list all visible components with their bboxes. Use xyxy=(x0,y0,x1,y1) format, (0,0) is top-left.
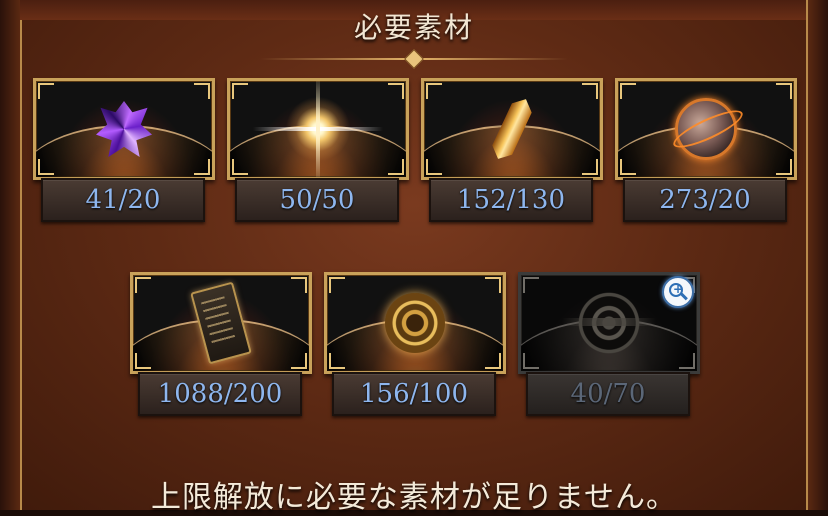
material-card[interactable] xyxy=(324,272,506,374)
material-card[interactable] xyxy=(615,78,797,180)
material-item-7[interactable]: + 40/70 xyxy=(518,272,700,436)
frame-corner xyxy=(232,83,248,99)
ore-sphere-icon xyxy=(675,98,737,160)
material-count: 50/50 xyxy=(235,178,399,222)
frame-corner xyxy=(329,277,345,293)
frame-corner xyxy=(776,83,792,99)
material-card[interactable] xyxy=(421,78,603,180)
insufficient-materials-message: 上限解放に必要な素材が足りません。 xyxy=(150,480,678,515)
frame-corner xyxy=(582,83,598,99)
frame-corner xyxy=(582,159,598,175)
frame-corner xyxy=(194,83,210,99)
star-burst-icon xyxy=(253,81,383,177)
material-count: 40/70 xyxy=(526,372,690,416)
frame-corner xyxy=(620,83,636,99)
frame-corner xyxy=(485,353,501,369)
frame-corner xyxy=(426,83,442,99)
frame-corner xyxy=(38,159,54,175)
material-item-6[interactable]: 156/100 xyxy=(324,272,506,436)
frame-corner xyxy=(232,159,248,175)
gold-medallion-icon xyxy=(385,293,445,353)
frame-corner xyxy=(485,277,501,293)
material-card[interactable] xyxy=(130,272,312,374)
material-card[interactable] xyxy=(227,78,409,180)
emblem-icon xyxy=(562,292,656,354)
frame-corner xyxy=(620,159,636,175)
zoom-plus-icon: + xyxy=(673,282,684,296)
frame-corner xyxy=(291,353,307,369)
material-count: 1088/200 xyxy=(138,372,302,416)
materials-panel: 必要素材 41/20 50/50 152/130 273/20 1088/200… xyxy=(0,0,828,515)
material-item-2[interactable]: 50/50 xyxy=(227,78,409,242)
title-divider-ornament xyxy=(404,49,424,69)
frame-corner xyxy=(523,353,539,369)
frame-corner xyxy=(426,159,442,175)
material-item-4[interactable]: 273/20 xyxy=(615,78,797,242)
frame-corner xyxy=(291,277,307,293)
frame-corner xyxy=(388,83,404,99)
material-count: 41/20 xyxy=(41,178,205,222)
material-count: 152/130 xyxy=(429,178,593,222)
frame-corner xyxy=(679,353,695,369)
frame-corner xyxy=(388,159,404,175)
material-item-3[interactable]: 152/130 xyxy=(421,78,603,242)
frame-corner xyxy=(523,277,539,293)
frame-corner xyxy=(194,159,210,175)
frame-corner xyxy=(135,277,151,293)
frame-corner xyxy=(329,353,345,369)
frame-corner xyxy=(135,353,151,369)
material-card[interactable] xyxy=(33,78,215,180)
material-count: 273/20 xyxy=(623,178,787,222)
material-item-1[interactable]: 41/20 xyxy=(33,78,215,242)
material-item-5[interactable]: 1088/200 xyxy=(130,272,312,436)
zoom-icon[interactable]: + xyxy=(662,276,694,308)
panel-title: 必要素材 xyxy=(353,11,474,44)
material-count: 156/100 xyxy=(332,372,496,416)
frame-corner xyxy=(776,159,792,175)
frame-corner xyxy=(38,83,54,99)
